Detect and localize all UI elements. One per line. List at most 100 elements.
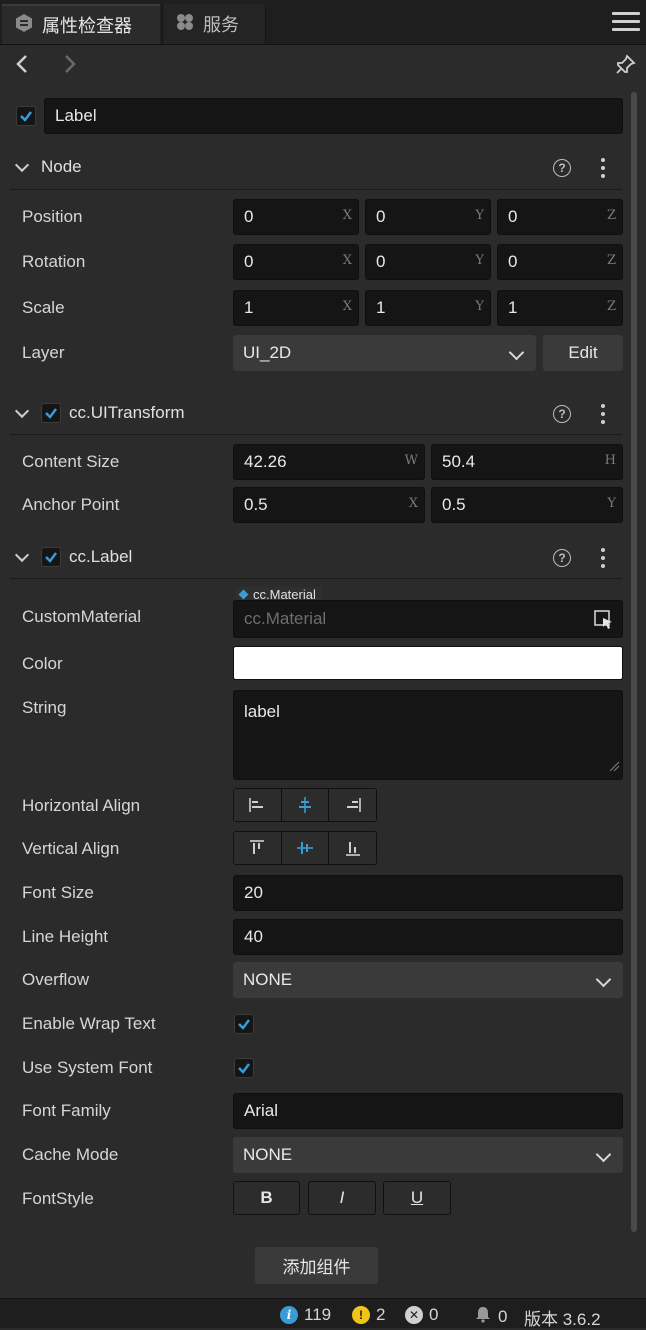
status-bar: i 119 ! 2 ✕ 0 0 版本 3.6.2: [0, 1298, 646, 1329]
services-icon: [175, 12, 195, 37]
info-count[interactable]: i 119: [280, 1305, 331, 1325]
label-help-icon[interactable]: ?: [553, 549, 571, 567]
tab-services-label: 服务: [203, 15, 239, 35]
tab-inspector-label: 属性检查器: [42, 16, 132, 36]
font-family-label: Font Family: [22, 1101, 111, 1120]
color-swatch[interactable]: [233, 646, 623, 680]
anchor-point-label: Anchor Point: [22, 495, 120, 514]
position-z-input[interactable]: 0Z: [497, 199, 623, 235]
asset-picker-icon[interactable]: [594, 610, 614, 635]
error-count[interactable]: ✕ 0: [405, 1305, 438, 1325]
enable-wrap-label: Enable Wrap Text: [22, 1014, 156, 1033]
use-system-font-checkbox[interactable]: [234, 1058, 254, 1078]
uitransform-title: cc.UITransform: [69, 403, 185, 422]
color-label: Color: [22, 654, 63, 673]
align-left-icon[interactable]: [234, 789, 282, 821]
position-label: Position: [22, 207, 83, 226]
label-enabled-checkbox[interactable]: [41, 547, 61, 567]
bell-icon: [474, 1305, 492, 1328]
error-icon: ✕: [405, 1306, 423, 1324]
string-textarea[interactable]: label: [233, 690, 623, 780]
anchor-x-input[interactable]: 0.5 X: [233, 487, 425, 523]
cache-mode-select[interactable]: NONE: [233, 1137, 623, 1173]
rotation-y-input[interactable]: 0Y: [365, 244, 491, 280]
warning-count[interactable]: ! 2: [352, 1305, 385, 1325]
scale-y-input[interactable]: 1Y: [365, 290, 491, 326]
overflow-select[interactable]: NONE: [233, 962, 623, 998]
align-right-icon[interactable]: [329, 789, 377, 821]
line-height-input[interactable]: 40: [233, 919, 623, 955]
layer-select[interactable]: UI_2D: [233, 335, 536, 371]
warning-icon: !: [352, 1306, 370, 1324]
node-help-icon[interactable]: ?: [553, 159, 571, 177]
tab-bar: 属性检查器 服务: [0, 0, 646, 45]
forward-arrow-icon[interactable]: [62, 52, 78, 83]
bold-button[interactable]: B: [233, 1181, 300, 1215]
font-size-label: Font Size: [22, 883, 94, 902]
align-top-icon[interactable]: [234, 832, 282, 864]
tab-services[interactable]: 服务: [162, 4, 266, 44]
italic-button[interactable]: I: [308, 1181, 376, 1215]
content-size-label: Content Size: [22, 452, 120, 471]
scale-z-input[interactable]: 1Z: [497, 290, 623, 326]
rotation-label: Rotation: [22, 252, 86, 271]
uitransform-collapse-icon[interactable]: [14, 403, 30, 419]
label-more-icon[interactable]: [601, 548, 605, 572]
font-size-input[interactable]: 20: [233, 875, 623, 911]
chevron-down-icon: [595, 971, 612, 988]
add-component-button[interactable]: 添加组件: [255, 1247, 378, 1284]
chevron-down-icon: [595, 1146, 612, 1163]
notification-count[interactable]: 0: [474, 1305, 507, 1328]
inspector-icon: [14, 13, 34, 38]
node-active-checkbox[interactable]: [16, 106, 36, 126]
node-more-icon[interactable]: [601, 158, 605, 182]
horizontal-align-group: [233, 788, 377, 822]
content-size-h-input[interactable]: 50.4 H: [431, 444, 623, 480]
label-title: cc.Label: [69, 547, 133, 566]
rotation-z-input[interactable]: 0Z: [497, 244, 623, 280]
resize-handle-icon[interactable]: [608, 757, 620, 777]
position-x-input[interactable]: 0X: [233, 199, 359, 235]
chevron-down-icon: [508, 344, 525, 361]
layer-label: Layer: [22, 343, 65, 362]
align-center-icon[interactable]: [281, 789, 330, 821]
cache-mode-label: Cache Mode: [22, 1145, 119, 1164]
uitransform-more-icon[interactable]: [601, 404, 605, 428]
custom-material-asset[interactable]: cc.Material: [233, 600, 623, 638]
rotation-x-input[interactable]: 0X: [233, 244, 359, 280]
scrollbar[interactable]: [631, 92, 637, 1232]
node-section-title: Node: [41, 157, 82, 176]
use-system-font-label: Use System Font: [22, 1058, 153, 1077]
material-diamond-icon: [238, 589, 249, 600]
align-middle-icon[interactable]: [281, 832, 330, 864]
underline-button[interactable]: U: [383, 1181, 451, 1215]
line-height-label: Line Height: [22, 927, 109, 946]
overflow-label: Overflow: [22, 970, 90, 989]
vertical-align-label: Vertical Align: [22, 839, 120, 858]
uitransform-enabled-checkbox[interactable]: [41, 403, 61, 423]
scale-label: Scale: [22, 298, 65, 317]
content-size-w-input[interactable]: 42.26 W: [233, 444, 425, 480]
scale-x-input[interactable]: 1X: [233, 290, 359, 326]
anchor-y-input[interactable]: 0.5 Y: [431, 487, 623, 523]
string-label: String: [22, 698, 67, 717]
layer-edit-button[interactable]: Edit: [543, 335, 623, 371]
custom-material-label: CustomMaterial: [22, 607, 142, 626]
label-collapse-icon[interactable]: [14, 547, 30, 563]
tab-inspector[interactable]: 属性检查器: [2, 4, 160, 44]
uitransform-help-icon[interactable]: ?: [553, 405, 571, 423]
info-icon: i: [280, 1306, 298, 1324]
enable-wrap-checkbox[interactable]: [234, 1014, 254, 1034]
vertical-align-group: [233, 831, 377, 865]
font-family-input[interactable]: Arial: [233, 1093, 623, 1129]
align-bottom-icon[interactable]: [329, 832, 377, 864]
horizontal-align-label: Horizontal Align: [22, 796, 141, 815]
back-arrow-icon[interactable]: [14, 52, 30, 83]
font-style-label: FontStyle: [22, 1189, 94, 1208]
position-y-input[interactable]: 0Y: [365, 199, 491, 235]
version-label: 版本 3.6.2: [524, 1310, 601, 1329]
node-collapse-icon[interactable]: [14, 157, 30, 173]
panel-menu-icon[interactable]: [612, 12, 640, 34]
pin-icon[interactable]: [614, 54, 636, 81]
node-name-input[interactable]: Label: [44, 98, 623, 134]
